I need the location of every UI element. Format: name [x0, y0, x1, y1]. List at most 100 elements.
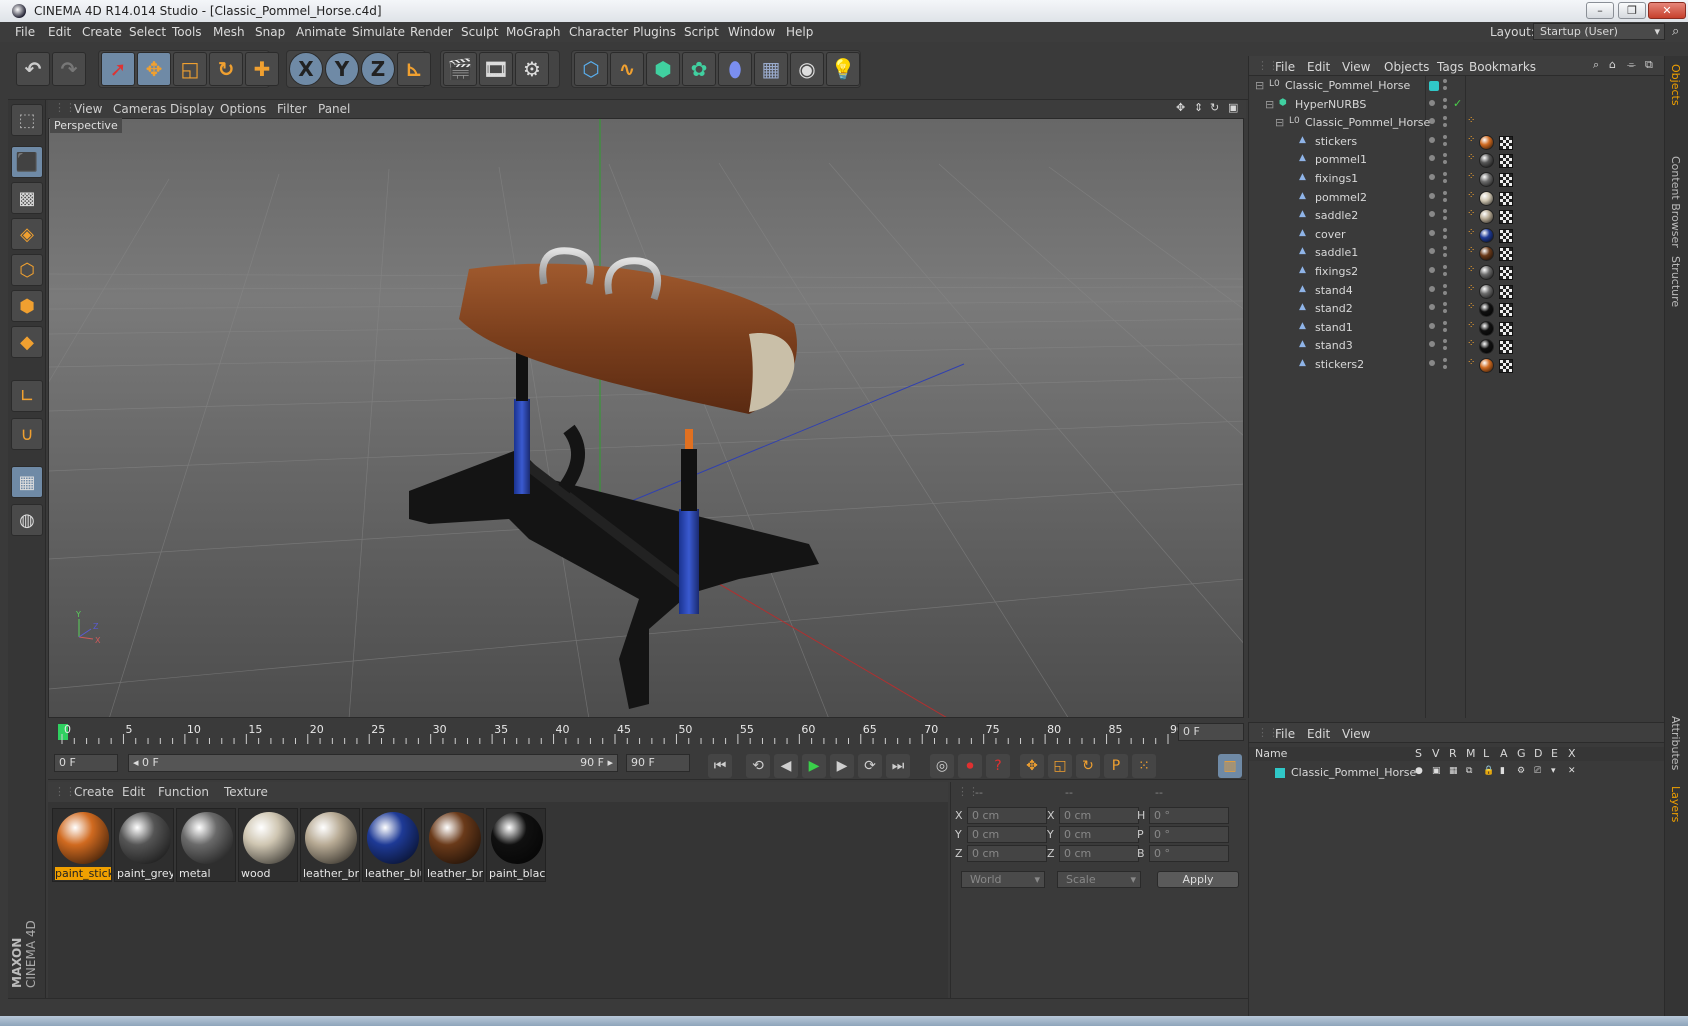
layer-column-header[interactable]: D [1534, 747, 1542, 760]
render-visibility-dot[interactable] [1443, 290, 1447, 295]
render-settings-icon[interactable]: ⚙ [515, 52, 549, 86]
render-icon[interactable]: ▦ [1449, 766, 1458, 776]
camera-icon[interactable]: ◉ [790, 52, 824, 86]
timeline-window-icon[interactable]: ▥ [1218, 754, 1242, 778]
key-pla-icon[interactable]: ⁙ [1132, 754, 1156, 778]
viewport-zoom-icon[interactable]: ⇕ [1194, 101, 1203, 114]
viewport-move-icon[interactable]: ✥ [1176, 101, 1185, 114]
menu-animate[interactable]: Animate [296, 25, 346, 39]
light-icon[interactable]: 💡 [826, 52, 860, 86]
material-swatch[interactable]: leather_blu [362, 808, 422, 882]
editor-visibility-dot[interactable] [1443, 97, 1447, 102]
layer-color-dot[interactable] [1429, 155, 1435, 162]
uvw-tag-icon[interactable] [1499, 191, 1513, 206]
editor-visibility-dot[interactable] [1443, 265, 1447, 269]
layer-color-dot[interactable] [1429, 360, 1435, 366]
expand-toggle-icon[interactable]: ⊟ [1255, 79, 1264, 92]
material-tag-icon[interactable] [1479, 246, 1494, 262]
object-menu-objects[interactable]: Objects [1384, 60, 1429, 74]
uvw-tag-icon[interactable] [1499, 266, 1513, 280]
layer-column-header[interactable]: R [1449, 747, 1457, 760]
uvw-tag-icon[interactable] [1499, 284, 1513, 299]
deformer-icon[interactable]: ⬮ [718, 52, 752, 86]
editor-visibility-dot[interactable] [1443, 153, 1447, 158]
material-tag-icon[interactable] [1479, 265, 1494, 280]
editor-visibility-dot[interactable] [1443, 358, 1447, 362]
uvw-tag-icon[interactable] [1499, 321, 1513, 336]
material-tag-icon[interactable] [1479, 283, 1494, 299]
menu-create[interactable]: Create [82, 25, 122, 39]
material-swatch[interactable]: wood [238, 808, 298, 882]
solo-icon[interactable]: ● [1415, 766, 1423, 776]
menu-help[interactable]: Help [786, 25, 813, 39]
render-visibility-dot[interactable] [1443, 234, 1447, 239]
layer-column-header[interactable]: V [1432, 747, 1440, 760]
start-frame-field[interactable]: 0 F [54, 754, 118, 772]
coordinate-value-field[interactable]: 0 cm [1059, 807, 1139, 824]
expressions-icon[interactable]: ▾ [1551, 766, 1556, 776]
phong-tag-icon[interactable]: ⁘ [1467, 171, 1475, 182]
rotate-tool-icon[interactable]: ↻ [209, 52, 243, 86]
layer-color-dot[interactable] [1429, 322, 1435, 329]
phong-tag-icon[interactable]: ⁘ [1467, 134, 1475, 145]
coordinate-value-field[interactable]: 0 cm [967, 845, 1047, 862]
object-tree-row[interactable]: ⊟ ⬢ HyperNURBS ✓ [1253, 97, 1663, 115]
object-tree-row[interactable]: ⊟ L0 Classic_Pommel_Horse [1253, 78, 1663, 96]
object-tree-row[interactable]: ⊟ L0 Classic_Pommel_Horse ⁘ [1253, 115, 1663, 133]
editor-visibility-dot[interactable] [1443, 209, 1447, 214]
editor-visibility-dot[interactable] [1443, 339, 1447, 344]
layer-menu-edit[interactable]: Edit [1307, 727, 1330, 741]
layer-column-header[interactable]: S [1415, 747, 1422, 760]
layer-column-header[interactable]: E [1551, 747, 1558, 760]
play-icon[interactable]: ▶ [802, 754, 826, 778]
render-visibility-dot[interactable] [1443, 216, 1447, 221]
coordinate-mode-dropdown[interactable]: World ▾ [961, 871, 1045, 888]
object-tree-row[interactable]: ▲ stand1 ⁘ [1253, 320, 1663, 338]
workplane-snap-icon[interactable]: ◍ [11, 504, 43, 536]
workplane-lock-icon[interactable]: ▦ [11, 466, 43, 498]
layer-column-header[interactable]: G [1517, 747, 1526, 760]
editor-visibility-dot[interactable] [1443, 302, 1447, 307]
object-tree-row[interactable]: ▲ stickers ⁘ [1253, 134, 1663, 152]
generators-icon[interactable]: ⚙ [1517, 766, 1525, 776]
3d-viewport[interactable]: Y X Z [48, 118, 1244, 718]
layout-select[interactable]: Startup (User) ▾ [1533, 23, 1665, 40]
phong-tag-icon[interactable]: ⁘ [1467, 190, 1475, 201]
render-visibility-dot[interactable] [1443, 179, 1447, 183]
editor-visibility-dot[interactable] [1443, 227, 1447, 232]
object-tree-row[interactable]: ▲ stand3 ⁘ [1253, 338, 1663, 356]
layer-row[interactable]: Classic_Pommel_Horse ● ▣ ▦ ⧉ 🔒 ▮ ⚙ ⎚ ▾ ✕ [1253, 765, 1663, 783]
object-tree-row[interactable]: ▲ fixings1 ⁘ [1253, 171, 1663, 189]
polygons-mode-icon[interactable]: ◆ [11, 326, 43, 358]
layer-color-dot[interactable] [1429, 267, 1435, 273]
editor-visibility-dot[interactable] [1443, 172, 1447, 176]
go-to-end-icon[interactable]: ⏭ [886, 754, 910, 778]
render-visibility-dot[interactable] [1443, 160, 1447, 165]
layer-column-header[interactable]: X [1568, 747, 1576, 760]
uvw-tag-icon[interactable] [1499, 303, 1513, 318]
layer-column-header[interactable]: Name [1255, 747, 1287, 760]
object-menu-view[interactable]: View [1342, 60, 1370, 74]
end-frame-field[interactable]: 90 F [626, 754, 690, 772]
material-tag-icon[interactable] [1479, 209, 1494, 225]
home-icon[interactable]: ⌂ [1609, 58, 1616, 71]
apply-button[interactable]: Apply [1157, 871, 1239, 888]
editor-visibility-dot[interactable] [1443, 79, 1447, 83]
expand-toggle-icon[interactable]: ⊟ [1275, 116, 1284, 129]
editor-visibility-dot[interactable] [1443, 320, 1447, 325]
coordinate-value-field[interactable]: 0 ° [1149, 845, 1229, 862]
layer-color-dot[interactable] [1429, 136, 1435, 143]
material-swatch[interactable]: paint_black [486, 808, 546, 882]
coordinate-value-field[interactable]: 0 cm [967, 807, 1047, 824]
undo-icon[interactable]: ↶ [16, 52, 50, 86]
editor-visibility-dot[interactable] [1443, 116, 1447, 121]
uvw-tag-icon[interactable] [1499, 340, 1513, 355]
material-tag-icon[interactable] [1479, 358, 1494, 373]
render-visibility-dot[interactable] [1443, 272, 1447, 276]
viewport-menu-display[interactable]: Display [170, 102, 214, 116]
uvw-tag-icon[interactable] [1499, 247, 1513, 262]
menu-select[interactable]: Select [129, 25, 166, 39]
expand-toggle-icon[interactable]: ⊟ [1265, 98, 1274, 111]
uvw-tag-icon[interactable] [1499, 359, 1513, 373]
menu-mograph[interactable]: MoGraph [506, 25, 561, 39]
